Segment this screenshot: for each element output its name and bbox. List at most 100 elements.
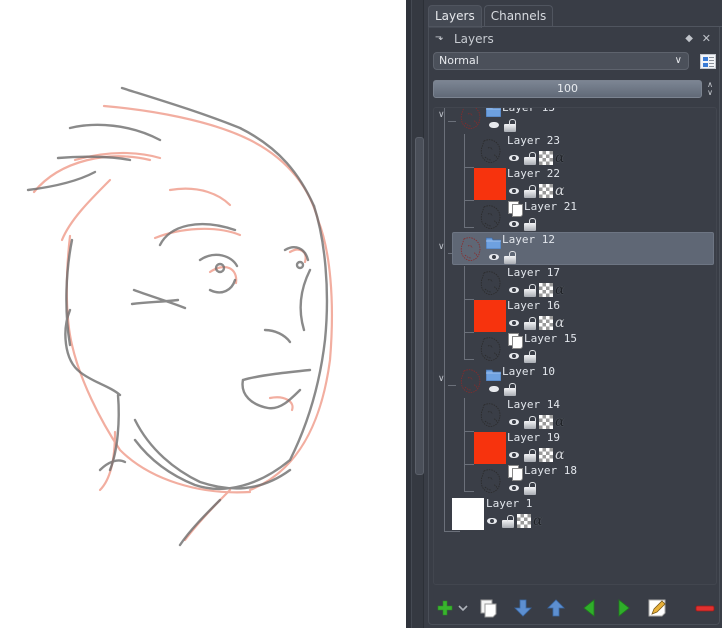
layer-row[interactable]: Layer 23 α <box>434 134 716 167</box>
layer-properties-view-button[interactable] <box>700 54 716 69</box>
move-layer-down-button[interactable] <box>513 598 533 618</box>
move-layer-up-button[interactable] <box>546 598 566 618</box>
raise-layer-button[interactable] <box>613 598 633 618</box>
canvas-scrollbar-thumb[interactable] <box>415 137 424 475</box>
visibility-eye-icon[interactable] <box>507 448 521 462</box>
visibility-eye-icon[interactable] <box>507 349 521 363</box>
visibility-eye-icon[interactable] <box>507 151 521 165</box>
expand-toggle-icon[interactable]: ∨ <box>438 110 445 120</box>
layer-name[interactable]: Layer 22 <box>507 167 560 180</box>
folder-icon <box>485 366 502 382</box>
layer-name[interactable]: Layer 12 <box>502 233 555 246</box>
alpha-lock-icon[interactable]: α <box>555 151 569 165</box>
lock-icon[interactable] <box>503 382 517 396</box>
layer-name[interactable]: Layer 21 <box>524 200 577 213</box>
sketch-graphite-strokes <box>26 86 329 547</box>
layer-row[interactable]: Layer 19 α <box>434 431 716 464</box>
layer-properties <box>507 217 537 231</box>
tab-channels[interactable]: Channels <box>483 5 554 27</box>
visibility-eye-icon[interactable] <box>507 283 521 297</box>
layer-properties <box>507 349 537 363</box>
float-icon[interactable]: ◆ <box>685 33 693 44</box>
visibility-eye-icon[interactable] <box>487 118 501 132</box>
layer-name[interactable]: Layer 13 <box>502 108 555 114</box>
lock-icon[interactable] <box>503 118 517 132</box>
inherit-alpha-checker-icon[interactable] <box>539 415 553 429</box>
lower-layer-button[interactable] <box>580 598 600 618</box>
lock-icon[interactable] <box>523 184 537 198</box>
tab-layers[interactable]: Layers <box>428 5 482 28</box>
layer-row[interactable]: Layer 17 α <box>434 266 716 299</box>
lock-icon[interactable] <box>523 349 537 363</box>
layer-properties: α <box>507 448 569 462</box>
visibility-eye-icon[interactable] <box>507 316 521 330</box>
visibility-eye-icon[interactable] <box>485 514 499 528</box>
add-layer-menu-button[interactable] <box>453 598 468 618</box>
visibility-eye-icon[interactable] <box>487 382 501 396</box>
lock-icon[interactable] <box>523 415 537 429</box>
inherit-alpha-checker-icon[interactable] <box>517 514 531 528</box>
layer-name[interactable]: Layer 19 <box>507 431 560 444</box>
opacity-spinner[interactable]: ∧ ∨ <box>704 81 716 99</box>
layer-name[interactable]: Layer 15 <box>524 332 577 345</box>
inherit-alpha-checker-icon[interactable] <box>539 448 553 462</box>
layer-properties <box>487 118 517 132</box>
inherit-alpha-checker-icon[interactable] <box>539 184 553 198</box>
close-icon[interactable]: ✕ <box>702 32 711 45</box>
lock-icon[interactable] <box>503 250 517 264</box>
alpha-lock-icon[interactable]: α <box>555 184 569 198</box>
alpha-lock-icon[interactable]: α <box>533 514 547 528</box>
visibility-eye-icon[interactable] <box>507 415 521 429</box>
layer-name[interactable]: Layer 10 <box>502 365 555 378</box>
layer-row[interactable]: ∨ Layer 13 <box>434 108 716 134</box>
layer-name[interactable]: Layer 14 <box>507 398 560 411</box>
lock-icon[interactable] <box>523 481 537 495</box>
layer-row[interactable]: ∨ Layer 10 <box>434 365 716 398</box>
layer-row[interactable]: Layer 21 <box>434 200 716 233</box>
lock-icon[interactable] <box>523 316 537 330</box>
alpha-lock-icon[interactable]: α <box>555 415 569 429</box>
layer-name[interactable]: Layer 17 <box>507 266 560 279</box>
folder-icon <box>485 108 502 118</box>
layer-row[interactable]: Layer 16 α <box>434 299 716 332</box>
layer-name[interactable]: Layer 1 <box>486 497 532 510</box>
duplicate-layer-button[interactable] <box>479 598 499 618</box>
blend-mode-select[interactable]: Normal ∨ <box>433 52 689 70</box>
visibility-eye-icon[interactable] <box>507 184 521 198</box>
layer-row[interactable]: Layer 22 α <box>434 167 716 200</box>
layer-properties: α <box>507 184 569 198</box>
delete-layer-button[interactable] <box>695 598 715 618</box>
visibility-eye-icon[interactable] <box>487 250 501 264</box>
layer-row[interactable]: Layer 18 <box>434 464 716 497</box>
lock-icon[interactable] <box>523 283 537 297</box>
inherit-alpha-checker-icon[interactable] <box>539 151 553 165</box>
drawing-canvas[interactable] <box>0 0 406 628</box>
inherit-alpha-checker-icon[interactable] <box>539 283 553 297</box>
alpha-lock-icon[interactable]: α <box>555 448 569 462</box>
lock-icon[interactable] <box>523 448 537 462</box>
layer-row[interactable]: Layer 1α <box>434 497 716 530</box>
layer-properties-button[interactable] <box>647 598 667 618</box>
visibility-eye-icon[interactable] <box>507 481 521 495</box>
layer-row[interactable]: ∨ Layer 12 <box>434 232 716 266</box>
collapse-icon[interactable]: ⬎ <box>433 32 445 44</box>
layer-name[interactable]: Layer 18 <box>524 464 577 477</box>
visibility-eye-icon[interactable] <box>507 217 521 231</box>
alpha-lock-icon[interactable]: α <box>555 283 569 297</box>
layer-name[interactable]: Layer 16 <box>507 299 560 312</box>
expand-toggle-icon[interactable]: ∨ <box>438 242 445 252</box>
clone-layer-icon <box>508 333 523 349</box>
lock-icon[interactable] <box>523 217 537 231</box>
layer-list[interactable]: ∨ Layer 13 Layer 23 α Layer 22 α Layer 21 ∨ Laye… <box>433 107 717 585</box>
lock-icon[interactable] <box>523 151 537 165</box>
lock-icon[interactable] <box>501 514 515 528</box>
layer-row[interactable]: Layer 14 α <box>434 398 716 431</box>
expand-toggle-icon[interactable]: ∨ <box>438 374 445 384</box>
opacity-slider[interactable]: 100 <box>433 80 702 98</box>
layer-name[interactable]: Layer 23 <box>507 134 560 147</box>
add-layer-button[interactable] <box>435 598 455 618</box>
layer-row[interactable]: Layer 15 <box>434 332 716 365</box>
alpha-lock-icon[interactable]: α <box>555 316 569 330</box>
inherit-alpha-checker-icon[interactable] <box>539 316 553 330</box>
layer-thumbnail <box>454 365 486 397</box>
